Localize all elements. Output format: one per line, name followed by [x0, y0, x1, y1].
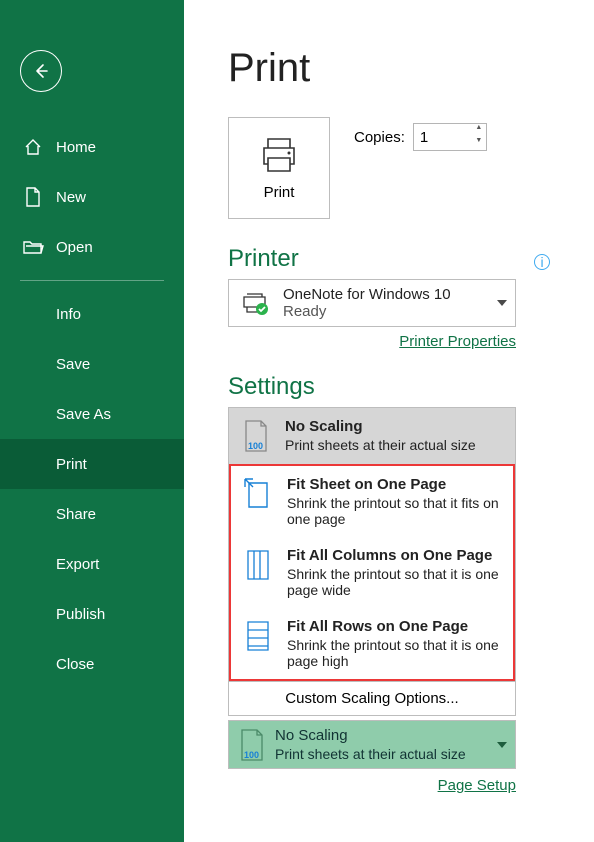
nav-export[interactable]: Export — [0, 539, 184, 589]
printer-icon — [258, 136, 300, 174]
printer-status-icon — [239, 289, 273, 317]
fit-columns-icon — [243, 547, 273, 583]
option-fit-rows[interactable]: Fit All Rows on One Page Shrink the prin… — [231, 608, 513, 679]
settings-section-title: Settings — [228, 373, 560, 401]
svg-text:100: 100 — [248, 441, 263, 451]
copies-label: Copies: — [354, 129, 405, 146]
print-button[interactable]: Print — [228, 117, 330, 219]
nav-close[interactable]: Close — [0, 639, 184, 689]
nav-publish[interactable]: Publish — [0, 589, 184, 639]
nav-saveas[interactable]: Save As — [0, 389, 184, 439]
document-icon — [22, 186, 44, 208]
page-100-icon: 100 — [239, 728, 265, 762]
fit-sheet-icon — [243, 476, 273, 512]
nav-label: New — [56, 189, 86, 206]
option-desc: Shrink the printout so that it is one pa… — [287, 566, 501, 598]
nav-print[interactable]: Print — [0, 439, 184, 489]
copies-up[interactable]: ▲ — [472, 124, 486, 137]
sidebar-divider — [20, 280, 164, 281]
chevron-down-icon — [497, 300, 507, 306]
page-setup-link[interactable]: Page Setup — [438, 777, 516, 794]
home-icon — [22, 136, 44, 158]
option-title: Fit All Columns on One Page — [287, 547, 501, 564]
scaling-title: No Scaling — [275, 727, 466, 744]
scaling-dropdown[interactable]: 100 No Scaling Print sheets at their act… — [228, 720, 516, 769]
printer-status: Ready — [283, 303, 451, 320]
option-desc: Shrink the printout so that it is one pa… — [287, 637, 501, 669]
option-fit-columns[interactable]: Fit All Columns on One Page Shrink the p… — [231, 537, 513, 608]
printer-section-title: Printer — [228, 245, 560, 273]
copies-down[interactable]: ▼ — [472, 137, 486, 150]
option-desc: Print sheets at their actual size — [285, 437, 476, 453]
nav-label: Home — [56, 139, 96, 156]
nav-new[interactable]: New — [0, 172, 184, 222]
nav-save[interactable]: Save — [0, 339, 184, 389]
page-100-icon: 100 — [241, 418, 271, 454]
arrow-left-icon — [31, 61, 51, 81]
option-desc: Shrink the printout so that it fits on o… — [287, 495, 501, 527]
page-title: Print — [228, 46, 560, 91]
nav-info[interactable]: Info — [0, 289, 184, 339]
back-button[interactable] — [20, 50, 62, 92]
printer-dropdown[interactable]: OneNote for Windows 10 Ready — [228, 279, 516, 327]
nav-label: Open — [56, 239, 93, 256]
highlighted-options: Fit Sheet on One Page Shrink the printou… — [229, 464, 515, 681]
print-button-label: Print — [264, 184, 295, 201]
custom-scaling-button[interactable]: Custom Scaling Options... — [229, 681, 515, 715]
option-title: Fit All Rows on One Page — [287, 618, 501, 635]
nav-open[interactable]: Open — [0, 222, 184, 272]
printer-info-icon[interactable]: i — [534, 254, 550, 270]
nav-share[interactable]: Share — [0, 489, 184, 539]
option-no-scaling[interactable]: 100 No Scaling Print sheets at their act… — [229, 408, 515, 464]
chevron-down-icon — [497, 742, 507, 748]
main-panel: Print Print Copies: ▲ ▼ i Printer — [184, 0, 594, 842]
option-title: No Scaling — [285, 418, 476, 435]
backstage-sidebar: Home New Open Info Save Save As Print Sh… — [0, 0, 184, 842]
option-fit-sheet[interactable]: Fit Sheet on One Page Shrink the printou… — [231, 466, 513, 537]
printer-name: OneNote for Windows 10 — [283, 286, 451, 303]
svg-text:100: 100 — [244, 750, 259, 760]
fit-rows-icon — [243, 618, 273, 654]
option-title: Fit Sheet on One Page — [287, 476, 501, 493]
printer-properties-link[interactable]: Printer Properties — [399, 333, 516, 350]
scaling-desc: Print sheets at their actual size — [275, 746, 466, 762]
folder-open-icon — [22, 236, 44, 258]
scaling-menu: 100 No Scaling Print sheets at their act… — [228, 407, 516, 716]
nav-home[interactable]: Home — [0, 122, 184, 172]
